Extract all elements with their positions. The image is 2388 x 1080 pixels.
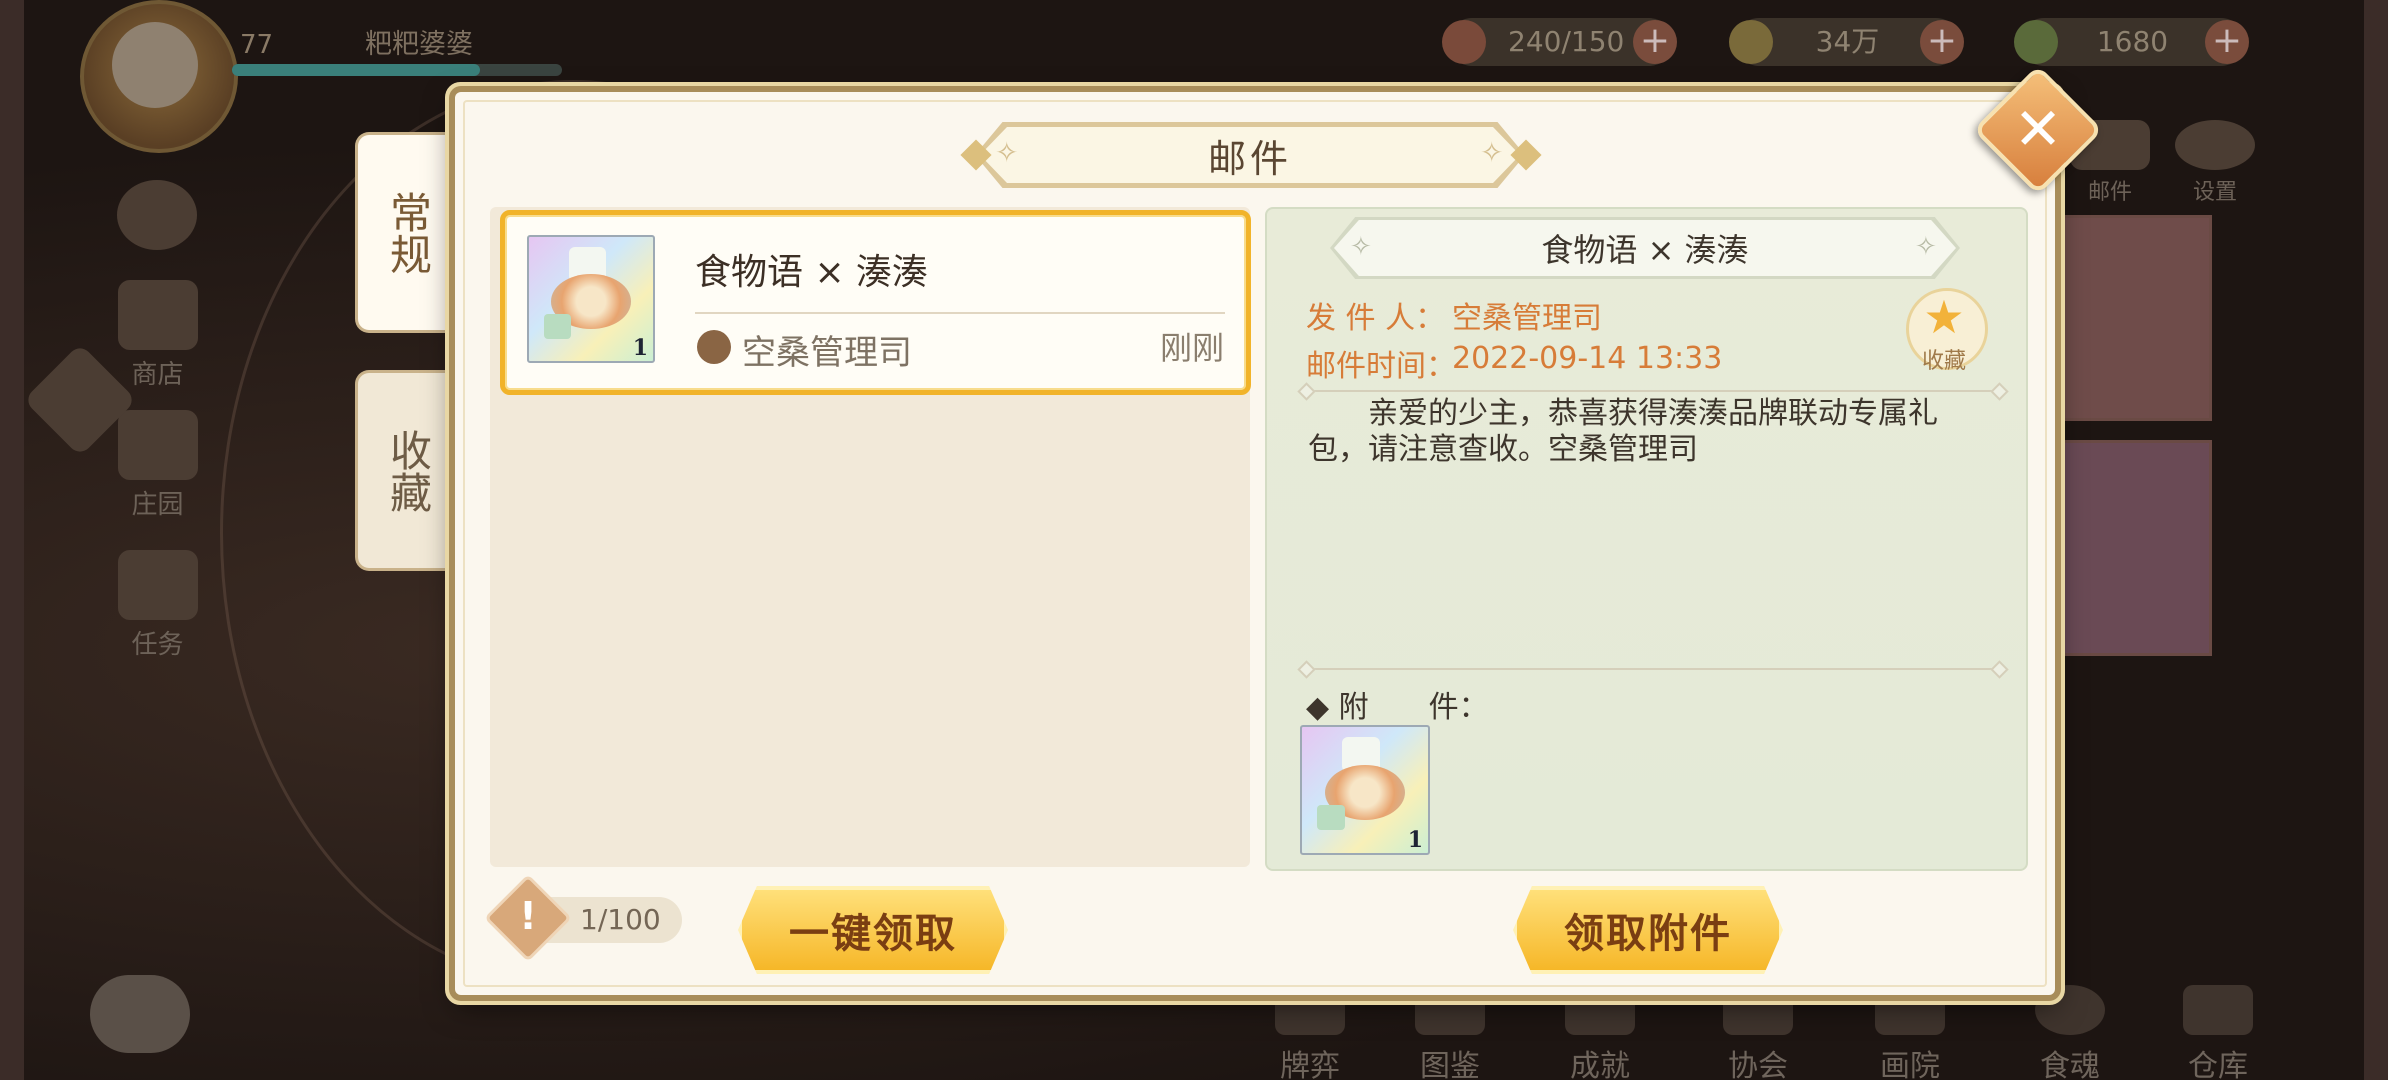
gift-pack-icon: 1 (1300, 725, 1430, 855)
menu-icon[interactable] (23, 343, 137, 457)
mail-item-thumbnail: 1 (527, 235, 655, 363)
avatar-face (112, 22, 198, 108)
mail-list-item[interactable]: 1 食物语 × 湊湊 空桑管理司 刚刚 (500, 210, 1251, 395)
star-icon[interactable]: ★ (1916, 290, 1972, 344)
claim-all-button[interactable]: 一键领取 (738, 886, 1008, 974)
stamina-value: 240/150 (1508, 25, 1625, 58)
attachment-item[interactable]: 1 (1300, 725, 1430, 855)
player-name: 粑粑婆婆 (365, 29, 473, 60)
sender-label: 发 件 人： (1306, 301, 1446, 336)
nav-pai-label: 牌弈 (1280, 1049, 1340, 1080)
nav-chengjiu[interactable]: 成就 (1550, 985, 1650, 1080)
event-banner-2[interactable] (2030, 440, 2212, 656)
detail-title: 食物语 × 湊湊 (1541, 231, 1749, 269)
sparkle-icon: ✧ (1350, 232, 1372, 262)
stamina-icon (1442, 20, 1486, 64)
frame-right (2364, 0, 2388, 1080)
event-banner-1[interactable] (2030, 215, 2212, 421)
nav-cangku[interactable]: 仓库 (2168, 985, 2268, 1080)
gem-resource: 1680 + (2014, 18, 2249, 66)
nav-huayuan-label: 画院 (1880, 1049, 1940, 1080)
gem-icon (2014, 20, 2058, 64)
chat-icon[interactable] (90, 975, 190, 1053)
top-settings-label: 设置 (2192, 180, 2237, 205)
top-mail-label: 邮件 (2087, 180, 2132, 205)
nav-tujian-label: 图鉴 (1420, 1049, 1480, 1080)
time-value: 2022-09-14 13:33 (1452, 341, 1723, 376)
frame-left (0, 0, 24, 1080)
xp-bar (232, 64, 562, 76)
gem-add-button[interactable]: + (2205, 20, 2249, 64)
nav-huayuan[interactable]: 画院 (1860, 985, 1960, 1080)
claim-attachment-button[interactable]: 领取附件 (1513, 886, 1783, 974)
tab-regular-label: 常规 (383, 190, 433, 275)
favorite-label: 收藏 (1921, 349, 1966, 374)
sender-icon (697, 330, 731, 364)
side-shop-label: 商店 (131, 360, 184, 390)
sparkle-icon: ✧ (1915, 232, 1937, 262)
coin-icon (1729, 20, 1773, 64)
tab-regular[interactable]: 常规 (355, 132, 458, 333)
warning-icon: ! (519, 894, 537, 938)
mail-item-title: 食物语 × 湊湊 (695, 252, 929, 293)
nav-shihun-label: 食魂 (2040, 1049, 2100, 1080)
attachment-label: ◆ 附 件： (1306, 690, 1489, 725)
mail-item-divider (695, 312, 1225, 314)
mail-item-time: 刚刚 (1159, 329, 1224, 367)
nav-cangku-label: 仓库 (2188, 1049, 2248, 1080)
stamina-add-button[interactable]: + (1633, 20, 1677, 64)
nav-tujian[interactable]: 图鉴 (1400, 985, 1500, 1080)
attachment-count: 1 (1407, 827, 1423, 853)
side-manor-label: 庄园 (131, 490, 184, 520)
mail-body: 亲爱的少主，恭喜获得湊湊品牌联动专属礼包，请注意查收。空桑管理司 (1308, 396, 1938, 467)
mail-item-sender: 空桑管理司 (742, 333, 912, 373)
top-settings-icon[interactable]: 设置 (2170, 120, 2260, 206)
mail-counter: 1/100 (580, 903, 661, 936)
time-label: 邮件时间： (1306, 349, 1456, 384)
nav-shihun[interactable]: 食魂 (2020, 985, 2120, 1080)
separator (1306, 390, 1996, 392)
claim-attachment-label: 领取附件 (1564, 910, 1732, 957)
nav-xiehui-label: 协会 (1728, 1049, 1788, 1080)
title-banner: 邮件 (980, 127, 1520, 183)
side-task-button[interactable]: 任务 (100, 550, 215, 661)
claim-all-label: 一键领取 (789, 910, 957, 957)
coin-resource: 34万 + (1729, 18, 1964, 66)
player-level: 77 (240, 30, 274, 60)
nav-xiehui[interactable]: 协会 (1708, 985, 1808, 1080)
coin-value: 34万 (1815, 25, 1880, 58)
tab-favorites-label: 收藏 (383, 428, 433, 513)
close-icon[interactable]: ✕ (1992, 84, 2084, 176)
sender-value: 空桑管理司 (1452, 301, 1602, 336)
sparkle-icon: ✧ (1480, 136, 1504, 169)
separator (1306, 668, 1996, 670)
nav-chengjiu-label: 成就 (1570, 1049, 1630, 1080)
gift-pack-icon: 1 (527, 235, 655, 363)
nav-pai[interactable]: 牌弈 (1260, 985, 1360, 1080)
dialog-title: 邮件 (1207, 136, 1292, 181)
sparkle-icon: ✧ (995, 136, 1019, 169)
stamina-resource: 240/150 + (1442, 18, 1677, 66)
detail-banner: 食物语 × 湊湊 (1334, 220, 1956, 276)
item-count: 1 (632, 335, 648, 361)
coin-add-button[interactable]: + (1920, 20, 1964, 64)
eye-icon[interactable] (117, 180, 197, 254)
side-task-label: 任务 (131, 630, 184, 660)
gem-value: 1680 (2096, 25, 2169, 58)
tab-favorites[interactable]: 收藏 (355, 370, 458, 571)
